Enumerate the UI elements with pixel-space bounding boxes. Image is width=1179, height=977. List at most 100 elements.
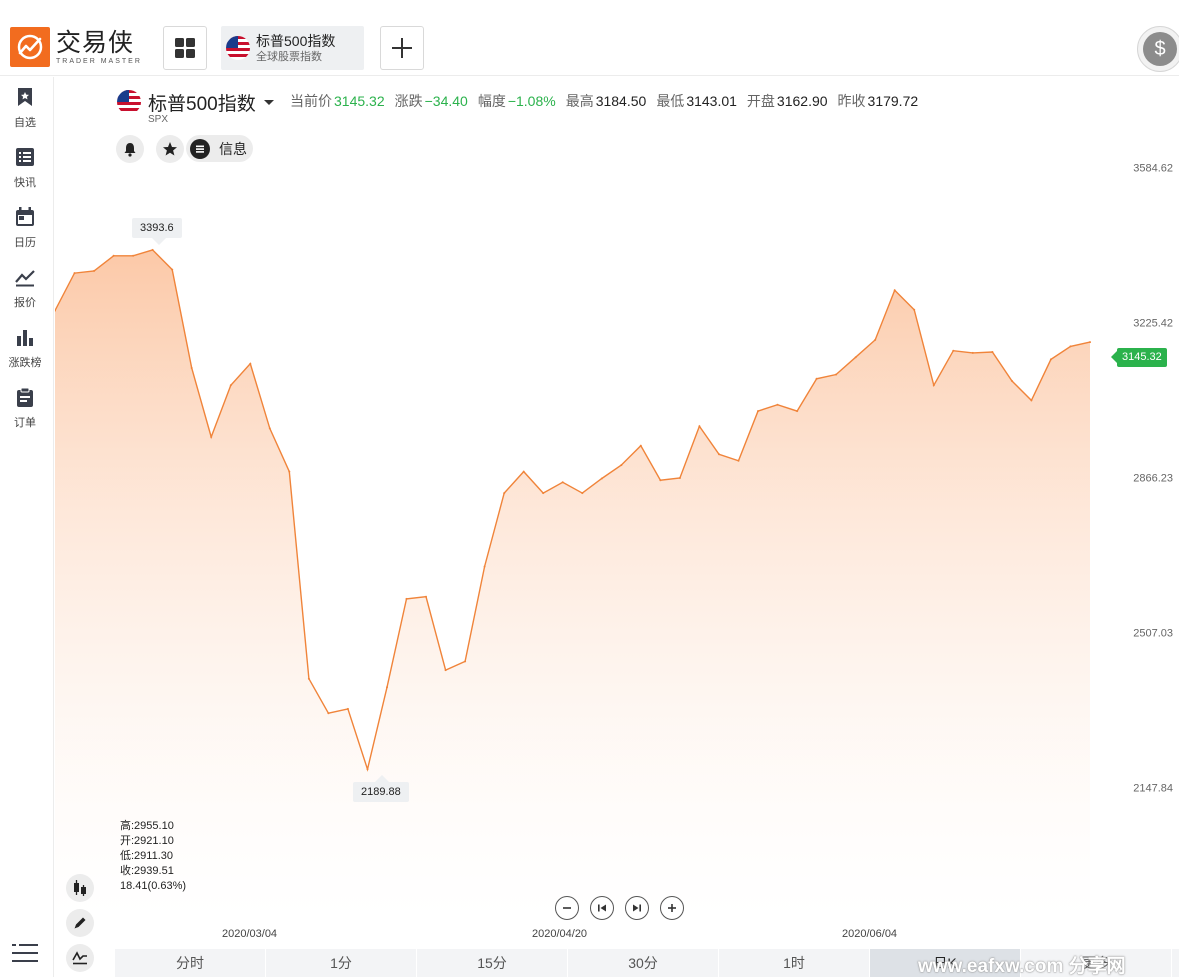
symbol-name-dropdown[interactable]: 标普500指数 xyxy=(148,89,256,116)
menu-list-icon xyxy=(12,944,38,962)
top-bar: 交易侠 TRADER MASTER 标普500指数 全球股票指数 $ xyxy=(0,0,1179,76)
plus-icon xyxy=(392,38,412,58)
data-point-52 xyxy=(1069,345,1072,348)
data-point-11 xyxy=(268,427,271,430)
draw-tool-button[interactable] xyxy=(66,909,94,937)
x-axis-label: 2020/04/20 xyxy=(532,928,588,940)
data-point-5 xyxy=(151,248,154,251)
data-point-28 xyxy=(600,477,603,480)
data-point-29 xyxy=(620,464,623,467)
data-point-36 xyxy=(757,410,759,413)
data-point-3 xyxy=(112,254,115,257)
prev-close-value: 3179.72 xyxy=(867,93,919,109)
tab-period-30min[interactable]: 30分 xyxy=(568,949,719,977)
y-tick-label-2: 2866.23 xyxy=(1133,473,1173,485)
tab-subtitle: 全球股票指数 xyxy=(256,50,322,63)
data-point-31 xyxy=(659,479,662,482)
data-point-33 xyxy=(698,425,701,428)
ohlc-high: 高:2955.10 xyxy=(120,820,174,832)
skip-forward-icon xyxy=(633,904,641,912)
y-tick-label-4: 2147.84 xyxy=(1133,783,1173,795)
data-point-47 xyxy=(971,351,974,354)
data-point-45 xyxy=(932,384,935,387)
clipboard-icon xyxy=(17,387,33,407)
scroll-start-button[interactable] xyxy=(590,896,614,920)
add-tab-button[interactable] xyxy=(380,26,424,70)
plus-icon xyxy=(668,904,676,912)
logo-text-cn: 交易侠 xyxy=(56,28,135,57)
zoom-in-button[interactable] xyxy=(660,896,684,920)
open-value: 3162.90 xyxy=(776,93,828,109)
dollar-icon: $ xyxy=(1143,32,1177,66)
data-point-8 xyxy=(210,436,213,438)
sidebar-item-label: 涨跌榜 xyxy=(8,357,42,369)
ohlc-change: 18.41(0.63%) xyxy=(120,880,187,892)
grid-icon xyxy=(175,38,195,58)
min-price-tooltip: 2189.88 xyxy=(353,782,409,802)
data-point-37 xyxy=(776,403,779,406)
scroll-end-button[interactable] xyxy=(625,896,649,920)
sidebar-item-label: 订单 xyxy=(14,417,36,429)
menu-list-button[interactable] xyxy=(12,943,38,970)
bookmark-icon xyxy=(18,88,32,106)
sidebar-item-watchlist[interactable]: 自选 xyxy=(0,87,50,143)
data-point-32 xyxy=(678,477,681,479)
price-area-fill xyxy=(55,249,1090,920)
layout-grid-button[interactable] xyxy=(163,26,207,70)
tab-period-15min[interactable]: 15分 xyxy=(417,949,568,977)
sidebar-item-calendar[interactable]: 日历 xyxy=(0,207,50,263)
quote-label: 开盘 xyxy=(746,93,775,109)
trend-line-icon xyxy=(15,270,35,287)
logo-text-en: TRADER MASTER xyxy=(56,58,142,65)
news-list-icon xyxy=(16,148,34,166)
candlestick-icon xyxy=(74,880,86,896)
data-point-6 xyxy=(171,268,174,271)
data-point-30 xyxy=(639,444,642,447)
sidebar-item-news[interactable]: 快讯 xyxy=(0,147,50,203)
current-price-tag: 3145.32 xyxy=(1111,348,1167,367)
x-axis-label: 2020/06/04 xyxy=(842,928,898,940)
y-tick-label-0: 3584.62 xyxy=(1133,163,1173,175)
indicator-button[interactable] xyxy=(66,944,94,972)
tab-period-1min[interactable]: 1分 xyxy=(266,949,417,977)
caret-down-icon[interactable] xyxy=(264,100,274,105)
data-point-24 xyxy=(522,470,525,473)
data-point-53 xyxy=(1089,341,1091,344)
us-flag-icon xyxy=(117,90,141,114)
current-price-value: 3145.32 xyxy=(334,93,385,109)
currency-button[interactable]: $ xyxy=(1137,26,1179,72)
calendar-icon xyxy=(16,207,34,226)
data-point-34 xyxy=(718,453,720,456)
sidebar-item-orders[interactable]: 订单 xyxy=(0,387,50,443)
data-point-4 xyxy=(132,254,135,257)
data-point-10 xyxy=(249,362,252,365)
logo-mark-icon xyxy=(10,27,50,67)
tab-period-timeshare[interactable]: 分时 xyxy=(115,949,266,977)
quote-label: 涨跌 xyxy=(394,93,423,109)
ohlc-panel: 高:2955.10 开:2921.10 低:2911.30 收:2939.51 … xyxy=(120,819,186,894)
data-point-40 xyxy=(835,373,838,376)
sidebar-item-quotes[interactable]: 报价 xyxy=(0,267,50,323)
data-point-16 xyxy=(366,768,369,771)
y-axis-ticks: 3584.62 3225.42 2866.23 2507.03 2147.84 xyxy=(1133,163,1173,795)
app-logo[interactable]: 交易侠 TRADER MASTER xyxy=(10,27,142,67)
sidebar-item-rankings[interactable]: 涨跌榜 xyxy=(0,327,50,383)
y-tick-label-1: 3225.42 xyxy=(1133,318,1173,330)
max-price-tooltip: 3393.6 xyxy=(132,218,182,238)
minus-icon xyxy=(563,907,571,909)
tab-spx[interactable]: 标普500指数 全球股票指数 xyxy=(221,26,364,70)
data-point-43 xyxy=(893,289,896,292)
pencil-icon xyxy=(74,917,86,929)
data-point-26 xyxy=(561,481,564,484)
price-chart[interactable]: 3584.62 3225.42 2866.23 2507.03 2147.84 xyxy=(55,150,1179,920)
candle-type-button[interactable] xyxy=(66,874,94,902)
data-point-42 xyxy=(874,338,877,341)
tab-period-1h[interactable]: 1时 xyxy=(719,949,870,977)
change-value: −34.40 xyxy=(424,93,468,109)
high-value: 3184.50 xyxy=(595,93,647,109)
zoom-out-button[interactable] xyxy=(555,896,579,920)
quote-label: 昨收 xyxy=(837,93,866,109)
data-point-41 xyxy=(854,356,857,359)
data-point-13 xyxy=(307,677,310,680)
data-point-22 xyxy=(483,565,486,568)
